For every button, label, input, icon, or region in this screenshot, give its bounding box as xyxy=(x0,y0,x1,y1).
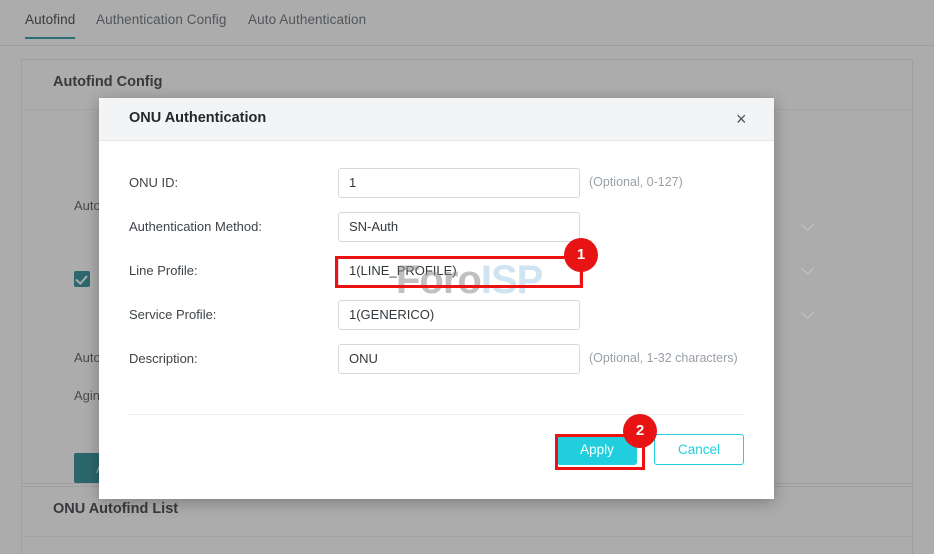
label-onu-id: ONU ID: xyxy=(129,175,178,190)
select-service-profile[interactable]: 1(GENERICO) xyxy=(338,300,580,330)
form-row-line-profile: Line Profile: 1(LINE_PROFILE) xyxy=(99,256,774,288)
form-row-description: Description: ONU (Optional, 1-32 charact… xyxy=(99,344,774,376)
close-icon[interactable]: × xyxy=(730,108,752,130)
input-onu-id[interactable]: 1 xyxy=(338,168,580,198)
cancel-button[interactable]: Cancel xyxy=(654,434,744,465)
onu-authentication-dialog: ONU Authentication × ONU ID: 1 (Optional… xyxy=(99,98,774,499)
label-line-profile: Line Profile: xyxy=(129,263,198,278)
form-row-authentication-method: Authentication Method: SN-Auth xyxy=(99,212,774,244)
select-authentication-method[interactable]: SN-Auth xyxy=(338,212,580,242)
form-row-service-profile: Service Profile: 1(GENERICO) xyxy=(99,300,774,332)
select-line-profile[interactable]: 1(LINE_PROFILE) xyxy=(338,256,580,286)
dialog-header: ONU Authentication × xyxy=(99,98,774,141)
input-description[interactable]: ONU xyxy=(338,344,580,374)
apply-button[interactable]: Apply xyxy=(557,434,637,465)
label-authentication-method: Authentication Method: xyxy=(129,219,262,234)
form-row-onu-id: ONU ID: 1 (Optional, 0-127) xyxy=(99,168,774,200)
hint-onu-id: (Optional, 0-127) xyxy=(589,175,683,189)
label-service-profile: Service Profile: xyxy=(129,307,216,322)
dialog-title: ONU Authentication xyxy=(129,110,266,126)
label-description: Description: xyxy=(129,351,198,366)
dialog-footer: Apply Cancel xyxy=(99,428,774,472)
footer-divider xyxy=(128,414,745,415)
hint-description: (Optional, 1-32 characters) xyxy=(589,351,738,365)
